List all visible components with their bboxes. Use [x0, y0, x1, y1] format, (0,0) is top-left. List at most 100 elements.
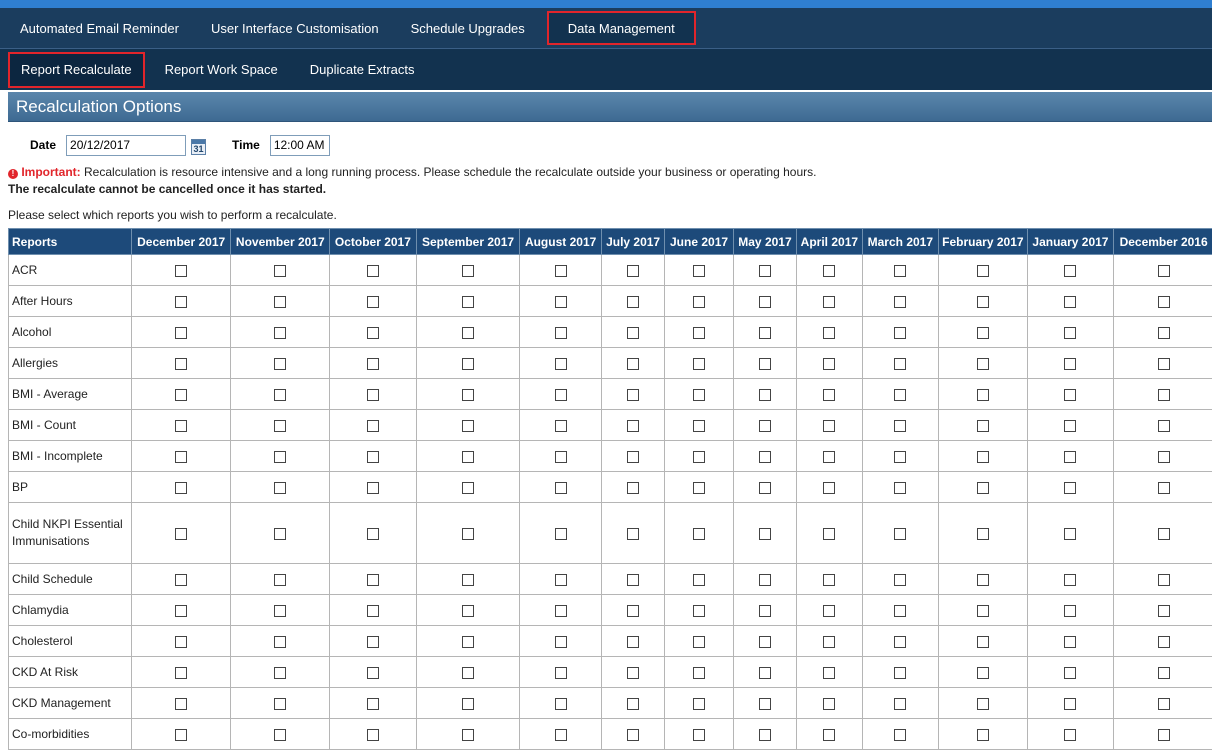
recalculate-checkbox[interactable] — [1064, 419, 1077, 432]
recalculate-checkbox[interactable] — [693, 264, 706, 277]
recalculate-checkbox[interactable] — [554, 527, 567, 540]
recalculate-checkbox[interactable] — [627, 419, 640, 432]
recalculate-checkbox[interactable] — [627, 666, 640, 679]
recalculate-checkbox[interactable] — [554, 264, 567, 277]
recalculate-checkbox[interactable] — [823, 419, 836, 432]
tab-automated-email-reminder[interactable]: Automated Email Reminder — [8, 11, 191, 45]
recalculate-checkbox[interactable] — [274, 450, 287, 463]
recalculate-checkbox[interactable] — [976, 666, 989, 679]
recalculate-checkbox[interactable] — [366, 573, 379, 586]
recalculate-checkbox[interactable] — [366, 326, 379, 339]
recalculate-checkbox[interactable] — [1064, 527, 1077, 540]
recalculate-checkbox[interactable] — [627, 326, 640, 339]
recalculate-checkbox[interactable] — [366, 728, 379, 741]
recalculate-checkbox[interactable] — [976, 527, 989, 540]
recalculate-checkbox[interactable] — [823, 666, 836, 679]
recalculate-checkbox[interactable] — [693, 419, 706, 432]
recalculate-checkbox[interactable] — [976, 635, 989, 648]
recalculate-checkbox[interactable] — [175, 264, 188, 277]
recalculate-checkbox[interactable] — [976, 450, 989, 463]
recalculate-checkbox[interactable] — [1157, 357, 1170, 370]
recalculate-checkbox[interactable] — [894, 728, 907, 741]
recalculate-checkbox[interactable] — [1157, 573, 1170, 586]
recalculate-checkbox[interactable] — [1157, 697, 1170, 710]
recalculate-checkbox[interactable] — [462, 527, 475, 540]
recalculate-checkbox[interactable] — [693, 295, 706, 308]
recalculate-checkbox[interactable] — [175, 357, 188, 370]
recalculate-checkbox[interactable] — [462, 697, 475, 710]
recalculate-checkbox[interactable] — [366, 527, 379, 540]
recalculate-checkbox[interactable] — [693, 388, 706, 401]
recalculate-checkbox[interactable] — [462, 295, 475, 308]
recalculate-checkbox[interactable] — [554, 357, 567, 370]
recalculate-checkbox[interactable] — [894, 573, 907, 586]
recalculate-checkbox[interactable] — [1064, 264, 1077, 277]
recalculate-checkbox[interactable] — [366, 697, 379, 710]
recalculate-checkbox[interactable] — [976, 388, 989, 401]
recalculate-checkbox[interactable] — [1064, 635, 1077, 648]
recalculate-checkbox[interactable] — [758, 264, 771, 277]
recalculate-checkbox[interactable] — [693, 450, 706, 463]
recalculate-checkbox[interactable] — [554, 666, 567, 679]
recalculate-checkbox[interactable] — [823, 481, 836, 494]
time-input[interactable] — [269, 134, 330, 156]
recalculate-checkbox[interactable] — [693, 527, 706, 540]
recalculate-checkbox[interactable] — [758, 697, 771, 710]
recalculate-checkbox[interactable] — [823, 573, 836, 586]
recalculate-checkbox[interactable] — [462, 728, 475, 741]
recalculate-checkbox[interactable] — [274, 573, 287, 586]
recalculate-checkbox[interactable] — [894, 419, 907, 432]
recalculate-checkbox[interactable] — [823, 295, 836, 308]
recalculate-checkbox[interactable] — [976, 604, 989, 617]
recalculate-checkbox[interactable] — [758, 666, 771, 679]
recalculate-checkbox[interactable] — [627, 573, 640, 586]
tab-data-management[interactable]: Data Management — [546, 11, 696, 45]
recalculate-checkbox[interactable] — [366, 419, 379, 432]
recalculate-checkbox[interactable] — [758, 357, 771, 370]
tab-user-interface-customisation[interactable]: User Interface Customisation — [199, 11, 391, 45]
recalculate-checkbox[interactable] — [366, 295, 379, 308]
recalculate-checkbox[interactable] — [627, 604, 640, 617]
recalculate-checkbox[interactable] — [758, 481, 771, 494]
recalculate-checkbox[interactable] — [1157, 295, 1170, 308]
recalculate-checkbox[interactable] — [366, 481, 379, 494]
recalculate-checkbox[interactable] — [693, 697, 706, 710]
recalculate-checkbox[interactable] — [1157, 481, 1170, 494]
recalculate-checkbox[interactable] — [462, 573, 475, 586]
recalculate-checkbox[interactable] — [1064, 326, 1077, 339]
recalculate-checkbox[interactable] — [976, 264, 989, 277]
recalculate-checkbox[interactable] — [175, 635, 188, 648]
recalculate-checkbox[interactable] — [693, 604, 706, 617]
date-input[interactable] — [66, 134, 187, 156]
recalculate-checkbox[interactable] — [1157, 388, 1170, 401]
recalculate-checkbox[interactable] — [894, 450, 907, 463]
recalculate-checkbox[interactable] — [274, 666, 287, 679]
recalculate-checkbox[interactable] — [758, 450, 771, 463]
recalculate-checkbox[interactable] — [693, 326, 706, 339]
recalculate-checkbox[interactable] — [554, 697, 567, 710]
recalculate-checkbox[interactable] — [175, 604, 188, 617]
recalculate-checkbox[interactable] — [823, 326, 836, 339]
recalculate-checkbox[interactable] — [1064, 357, 1077, 370]
recalculate-checkbox[interactable] — [462, 264, 475, 277]
recalculate-checkbox[interactable] — [693, 635, 706, 648]
recalculate-checkbox[interactable] — [1157, 604, 1170, 617]
recalculate-checkbox[interactable] — [462, 419, 475, 432]
subtab-report-work-space[interactable]: Report Work Space — [153, 52, 290, 88]
recalculate-checkbox[interactable] — [274, 388, 287, 401]
recalculate-checkbox[interactable] — [274, 527, 287, 540]
recalculate-checkbox[interactable] — [1157, 326, 1170, 339]
recalculate-checkbox[interactable] — [366, 264, 379, 277]
recalculate-checkbox[interactable] — [823, 450, 836, 463]
recalculate-checkbox[interactable] — [462, 357, 475, 370]
recalculate-checkbox[interactable] — [627, 697, 640, 710]
recalculate-checkbox[interactable] — [175, 697, 188, 710]
recalculate-checkbox[interactable] — [175, 326, 188, 339]
recalculate-checkbox[interactable] — [554, 728, 567, 741]
recalculate-checkbox[interactable] — [175, 728, 188, 741]
recalculate-checkbox[interactable] — [894, 357, 907, 370]
recalculate-checkbox[interactable] — [976, 357, 989, 370]
recalculate-checkbox[interactable] — [1064, 573, 1077, 586]
recalculate-checkbox[interactable] — [627, 728, 640, 741]
tab-schedule-upgrades[interactable]: Schedule Upgrades — [399, 11, 537, 45]
